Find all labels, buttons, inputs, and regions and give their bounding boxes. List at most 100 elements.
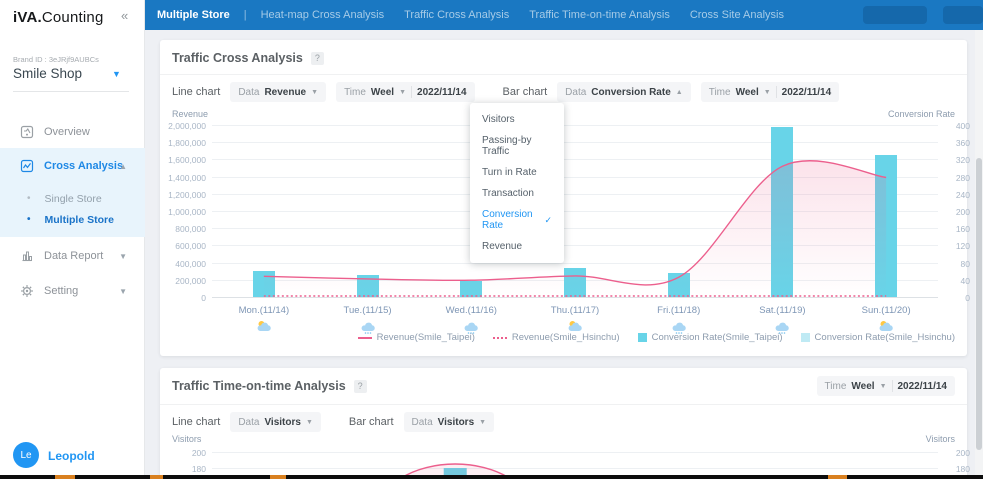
- bar-data-dropdown: VisitorsPassing-by TrafficTurn in RateTr…: [470, 103, 564, 263]
- logo-rest: Counting: [42, 9, 104, 26]
- pill-value: Visitors: [264, 417, 301, 428]
- dropdown-item[interactable]: Visitors: [470, 109, 564, 130]
- legend-item[interactable]: Conversion Rate(Smile_Hsinchu): [801, 332, 955, 343]
- pill-value: Weel: [736, 87, 759, 98]
- y-tick-label: 200: [946, 207, 970, 217]
- bar-chart-label: Bar chart: [349, 416, 394, 428]
- y-tick-label: 1,800,000: [162, 138, 206, 148]
- y-tick-label: 180: [946, 464, 970, 474]
- divider: [13, 91, 129, 92]
- legend-label: Conversion Rate(Smile_Hsinchu): [815, 332, 955, 343]
- chevron-down-icon: ▼: [399, 89, 406, 96]
- dropdown-item[interactable]: Revenue: [470, 236, 564, 257]
- sidebar-item-single-store[interactable]: • Single Store: [0, 190, 145, 208]
- legend-item[interactable]: Conversion Rate(Smile_Taipei): [638, 332, 783, 343]
- help-icon[interactable]: ?: [311, 52, 324, 65]
- y-tick-label: 40: [946, 276, 970, 286]
- right-axis-title: Visitors: [926, 434, 955, 444]
- sidebar-item-label: Cross Analysis: [44, 160, 123, 172]
- top-nav: Multiple Store | Heat-map Cross Analysis…: [145, 0, 983, 30]
- cross-analysis-chart: [212, 125, 938, 297]
- line-chart-label: Line chart: [172, 86, 220, 98]
- y-tick-label: 200: [946, 448, 970, 458]
- date-value[interactable]: 2022/11/14: [898, 381, 948, 392]
- tab-traffic-cross-analysis[interactable]: Traffic Cross Analysis: [404, 9, 509, 21]
- page-scrollbar[interactable]: [975, 30, 983, 479]
- left-axis-title: Revenue: [172, 109, 208, 119]
- sidebar-item-label: Overview: [44, 126, 90, 138]
- chevron-down-icon: ▼: [119, 287, 127, 296]
- line-series-layer: [212, 125, 938, 297]
- panel2-time-select[interactable]: Time Weel ▼ 2022/11/14: [817, 376, 955, 396]
- legend-swatch: [358, 337, 372, 339]
- tab-cross-site-analysis[interactable]: Cross Site Analysis: [690, 9, 784, 21]
- chevron-down-icon[interactable]: ▼: [112, 69, 121, 79]
- legend-label: Conversion Rate(Smile_Taipei): [652, 332, 783, 343]
- sidebar-item-cross-analysis[interactable]: Cross Analysis ▲: [0, 155, 145, 177]
- bottom-edge-accent: [828, 475, 847, 479]
- y-tick-label: 280: [946, 173, 970, 183]
- chart-legend: Revenue(Smile_Taipei) Revenue(Smile_Hsinc…: [358, 332, 955, 343]
- bar-data-select[interactable]: Data Conversion Rate ▲: [557, 82, 691, 102]
- left-axis-title: Visitors: [172, 434, 201, 444]
- y-tick-label: 600,000: [162, 241, 206, 251]
- dropdown-item[interactable]: Transaction: [470, 183, 564, 204]
- y-tick-label: 360: [946, 138, 970, 148]
- y-tick-label: 800,000: [162, 224, 206, 234]
- y-tick-label: 400,000: [162, 259, 206, 269]
- pill-key: Data: [238, 87, 259, 98]
- user-avatar[interactable]: Le: [13, 442, 39, 468]
- scrollbar-thumb[interactable]: [976, 158, 982, 450]
- sidebar-item-setting[interactable]: Setting ▼: [0, 280, 145, 302]
- legend-item[interactable]: Revenue(Smile_Hsinchu): [493, 332, 620, 343]
- chevron-down-icon: ▼: [479, 419, 486, 426]
- y-tick-label: 160: [946, 224, 970, 234]
- sidebar-item-multiple-store[interactable]: • Multiple Store: [0, 211, 145, 229]
- bar-data-select[interactable]: Data Visitors ▼: [404, 412, 495, 432]
- user-name[interactable]: Leopold: [48, 449, 95, 463]
- pill-key: Data: [412, 417, 433, 428]
- y-tick-label: 1,600,000: [162, 155, 206, 165]
- dropdown-item[interactable]: Passing-by Traffic: [470, 130, 564, 162]
- overview-icon: [20, 125, 34, 139]
- bar-time-select[interactable]: Time Weel ▼ 2022/11/14: [701, 82, 839, 102]
- sidebar-collapse-icon[interactable]: «: [121, 8, 128, 23]
- bottom-edge-bar: [0, 475, 983, 479]
- tab-multiple-store[interactable]: Multiple Store: [157, 9, 230, 21]
- bottom-edge-accent: [270, 475, 286, 479]
- bottom-edge-accent: [55, 475, 75, 479]
- x-axis-label: Sun.(11/20): [862, 305, 911, 316]
- date-value[interactable]: 2022/11/14: [417, 87, 467, 98]
- sidebar-subitem-label: Single Store: [45, 193, 102, 205]
- pill-key: Data: [238, 417, 259, 428]
- tab-heatmap-cross-analysis[interactable]: Heat-map Cross Analysis: [261, 9, 385, 21]
- panel-title: Traffic Cross Analysis?: [172, 51, 324, 65]
- dropdown-item[interactable]: Conversion Rate✓: [470, 204, 564, 236]
- sidebar-item-overview[interactable]: Overview: [0, 121, 145, 143]
- store-selector[interactable]: Smile Shop: [13, 66, 82, 81]
- top-navigation-bar: Multiple Store | Heat-map Cross Analysis…: [145, 0, 983, 30]
- tab-traffic-time-on-time-analysis[interactable]: Traffic Time-on-time Analysis: [529, 9, 670, 21]
- chevron-up-icon: ▲: [676, 89, 683, 96]
- right-axis-title: Conversion Rate: [888, 109, 955, 119]
- sidebar: iVA.Counting « Brand ID : 3eJRjf9AUBCs S…: [0, 0, 145, 479]
- pill-value: Weel: [851, 381, 874, 392]
- sidebar-item-data-report[interactable]: Data Report ▼: [0, 245, 145, 267]
- panel2-time-controls: Time Weel ▼ 2022/11/14: [817, 376, 955, 396]
- pill-key: Time: [344, 87, 366, 98]
- y-tick-label: 80: [946, 259, 970, 269]
- bullet-icon: •: [27, 215, 31, 225]
- line-data-select[interactable]: Data Visitors ▼: [230, 412, 321, 432]
- dropdown-item[interactable]: Turn in Rate: [470, 162, 564, 183]
- line-time-select[interactable]: Time Weel ▼ 2022/11/14: [336, 82, 474, 102]
- line-data-select[interactable]: Data Revenue ▼: [230, 82, 326, 102]
- nav-separator: |: [244, 9, 247, 21]
- panel-title-text: Traffic Time-on-time Analysis: [172, 379, 346, 393]
- help-icon[interactable]: ?: [354, 380, 367, 393]
- brand-id: Brand ID : 3eJRjf9AUBCs: [13, 55, 99, 64]
- chevron-down-icon: ▼: [880, 383, 887, 390]
- date-value[interactable]: 2022/11/14: [782, 87, 832, 98]
- legend-item[interactable]: Revenue(Smile_Taipei): [358, 332, 475, 343]
- panel-title: Traffic Time-on-time Analysis?: [172, 379, 367, 393]
- pill-value: Revenue: [264, 87, 306, 98]
